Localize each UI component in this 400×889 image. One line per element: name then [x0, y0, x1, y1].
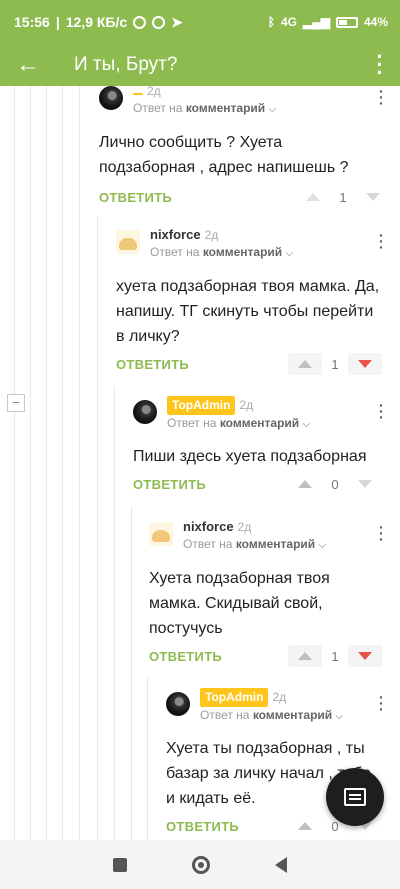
comment-age: 2д: [237, 520, 252, 534]
comment-text: Хуета подзаборная твоя мамка. Скидывай с…: [149, 570, 330, 637]
status-time: 15:56: [14, 14, 50, 30]
back-arrow-icon[interactable]: ←: [0, 51, 56, 79]
upvote-icon: [298, 652, 312, 660]
thread-line: [46, 86, 47, 840]
upvote-icon: [298, 480, 312, 488]
reply-to-link[interactable]: Ответ на комментарий ⌵: [150, 244, 293, 262]
reply-button[interactable]: ОТВЕТИТЬ: [133, 477, 206, 492]
chat-icon: [344, 788, 366, 806]
thread-line: [131, 506, 132, 840]
comment-menu-icon[interactable]: · · ·: [376, 395, 386, 427]
comment-text: Лично сообщить ? Хуета подзаборная , адр…: [99, 134, 349, 176]
author-badge[interactable]: [133, 93, 143, 95]
upvote-button[interactable]: [288, 815, 322, 837]
downvote-icon: [358, 480, 372, 488]
chevron-down-icon: ⌵: [318, 540, 327, 551]
network-type: 4G: [280, 15, 297, 29]
comment-menu-icon[interactable]: · · ·: [376, 687, 386, 719]
avatar[interactable]: [166, 692, 190, 716]
collapse-thread-button[interactable]: −: [7, 394, 25, 412]
upvote-icon: [298, 822, 312, 830]
reply-to-link[interactable]: Ответ на комментарий ⌵: [200, 707, 343, 725]
system-nav-bar: [0, 840, 400, 889]
thread-line: [147, 676, 148, 840]
downvote-button[interactable]: [348, 353, 382, 375]
comment-fab-button[interactable]: [326, 768, 384, 826]
reply-to-link[interactable]: Ответ на комментарий ⌵: [167, 415, 310, 433]
author-badge[interactable]: TopAdmin: [200, 688, 269, 707]
thread-line: [30, 86, 31, 840]
upvote-button[interactable]: [288, 353, 322, 375]
upvote-icon: [306, 193, 320, 201]
upvote-icon: [298, 360, 312, 368]
alarm-icon: [133, 15, 147, 29]
home-icon[interactable]: [191, 855, 210, 874]
thread-line: [14, 86, 15, 840]
comment: nixforce 2д Ответ на комментарий ⌵ · · · ху…: [116, 225, 400, 379]
downvote-icon: [358, 652, 372, 660]
comment: 2д Ответ на комментарий ⌵ · · · Лично сооб…: [99, 86, 400, 212]
comment-score: 1: [331, 648, 339, 664]
status-speed: 12,9 КБ/с: [65, 14, 128, 30]
reply-button[interactable]: ОТВЕТИТЬ: [99, 190, 172, 205]
upvote-button[interactable]: [288, 473, 322, 495]
app-bar: ← И ты, Брут? · · ·: [0, 44, 400, 86]
comment-age: 2д: [147, 86, 161, 98]
downvote-button[interactable]: [348, 473, 382, 495]
avatar[interactable]: [133, 400, 157, 424]
avatar[interactable]: [149, 522, 173, 546]
comment: nixforce 2д Ответ на комментарий ⌵ · · · Ху…: [149, 517, 400, 671]
notification-icon: [152, 15, 166, 29]
battery-icon: [335, 16, 358, 28]
downvote-icon: [358, 360, 372, 368]
comment-text: Пиши здесь хуета подзаборная: [133, 448, 367, 465]
downvote-button[interactable]: [348, 645, 382, 667]
thread-line: [79, 86, 80, 840]
telegram-icon: ➤: [171, 13, 183, 30]
upvote-button[interactable]: [296, 186, 330, 208]
recent-apps-icon[interactable]: [112, 857, 127, 872]
thread-line: [62, 86, 63, 840]
nav-back-icon[interactable]: [275, 856, 288, 873]
battery-level: 44%: [363, 15, 388, 29]
comment-age: 2д: [239, 398, 254, 412]
comment-score: 1: [339, 189, 347, 205]
page-title: И ты, Брут?: [74, 54, 178, 75]
downvote-icon: [366, 193, 380, 201]
reply-to-link[interactable]: Ответ на комментарий ⌵: [133, 100, 276, 118]
chevron-down-icon: ⌵: [302, 419, 311, 430]
avatar[interactable]: [99, 86, 123, 110]
reply-button[interactable]: ОТВЕТИТЬ: [149, 649, 222, 664]
comments-thread[interactable]: − 2д Ответ на комментарий ⌵ · · · Лично со…: [0, 86, 400, 840]
comment: TopAdmin 2д Ответ на комментарий ⌵ · · · Пи…: [133, 395, 400, 499]
chevron-down-icon: ⌵: [285, 248, 294, 259]
comment-menu-icon[interactable]: · · ·: [376, 86, 386, 113]
signal-icon: ▂▄▆: [303, 15, 330, 29]
chevron-down-icon: ⌵: [268, 104, 277, 115]
author-name[interactable]: nixforce: [183, 519, 234, 534]
comment-age: 2д: [272, 690, 287, 704]
comment-text: хуета подзаборная твоя мамка. Да, напишу…: [116, 278, 380, 345]
status-bar: 15:56 | 12,9 КБ/с ➤ ᛒ 4G ▂▄▆ 44%: [0, 0, 400, 44]
reply-to-link[interactable]: Ответ на комментарий ⌵: [183, 536, 326, 554]
comment-score: 1: [331, 356, 339, 372]
more-options-icon[interactable]: · · ·: [360, 46, 400, 84]
comment-menu-icon[interactable]: · · ·: [376, 517, 386, 549]
chevron-down-icon: ⌵: [335, 711, 344, 722]
author-badge[interactable]: TopAdmin: [167, 396, 236, 415]
reply-button[interactable]: ОТВЕТИТЬ: [166, 819, 239, 834]
status-separator: |: [55, 14, 60, 30]
avatar[interactable]: [116, 230, 140, 254]
upvote-button[interactable]: [288, 645, 322, 667]
downvote-button[interactable]: [356, 186, 390, 208]
thread-line: [114, 386, 115, 840]
bluetooth-icon: ᛒ: [267, 15, 275, 29]
comment-age: 2д: [204, 228, 219, 242]
author-name[interactable]: nixforce: [150, 227, 201, 242]
comment-menu-icon[interactable]: · · ·: [376, 225, 386, 257]
reply-button[interactable]: ОТВЕТИТЬ: [116, 357, 189, 372]
thread-line: [97, 216, 98, 840]
comment-score: 0: [331, 476, 339, 492]
